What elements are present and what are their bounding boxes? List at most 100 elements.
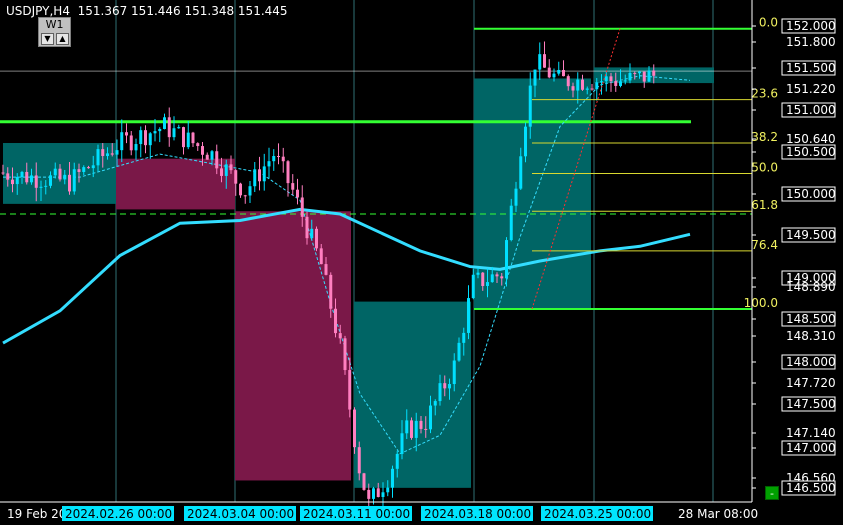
price-chart[interactable]: 0.023.638.250.061.876.4100.0 152.000151.…: [0, 0, 843, 525]
candle-body: [471, 274, 475, 299]
timeframe-up-icon[interactable]: ▲: [56, 33, 69, 45]
trade-box: [354, 301, 471, 488]
fib-level-label: 38.2: [751, 130, 778, 144]
trade-boxes: [3, 67, 714, 488]
fib-level-label: 50.0: [751, 160, 778, 174]
candle-body: [182, 127, 185, 148]
candle-body: [20, 171, 24, 178]
timeframe-down-icon[interactable]: ▼: [41, 33, 54, 45]
candle-body: [310, 228, 314, 239]
price-label: 150.640: [786, 132, 836, 146]
candle-body: [652, 70, 656, 76]
price-label: 151.500: [786, 61, 836, 75]
candle-body: [87, 167, 90, 169]
candle-body: [557, 69, 561, 74]
candle-body: [595, 82, 599, 90]
candle-body: [581, 79, 584, 90]
candle-body: [528, 85, 532, 127]
fib-level-label: 76.4: [751, 238, 778, 252]
candle-body: [53, 168, 57, 176]
candle-body: [91, 165, 95, 169]
candle-body: [647, 70, 651, 82]
candle-body: [186, 132, 190, 148]
candle-body: [543, 54, 546, 68]
candle-body: [1, 172, 5, 174]
fib-level-label: 61.8: [751, 198, 778, 212]
candle-body: [628, 72, 632, 81]
candle-body: [115, 150, 119, 155]
candle-body: [452, 360, 456, 385]
candle-body: [220, 168, 223, 176]
time-label: 2024.03.04 00:00: [187, 507, 294, 521]
candle-body: [144, 130, 147, 146]
candle-body: [633, 72, 637, 74]
candle-body: [277, 156, 280, 158]
chart-shift-button[interactable]: -: [765, 486, 779, 500]
candle-body: [205, 154, 209, 160]
candle-body: [443, 383, 447, 389]
candle-body: [353, 409, 356, 448]
candle-body: [172, 128, 176, 138]
candle-body: [49, 175, 52, 186]
candle-body: [448, 384, 451, 389]
candle-body: [609, 76, 613, 82]
candle-body: [58, 168, 62, 180]
candle-body: [101, 149, 105, 157]
candle-body: [338, 333, 342, 339]
price-label: 151.220: [786, 82, 836, 96]
candle-body: [367, 489, 371, 499]
candle-body: [642, 71, 646, 82]
candle-body: [296, 189, 299, 198]
candle-body: [600, 81, 603, 83]
time-label: 2024.02.26 00:00: [65, 507, 172, 521]
candle-body: [30, 175, 33, 183]
price-label: 147.500: [786, 397, 836, 411]
symbol-label: USDJPY,H4: [6, 4, 70, 18]
candle-body: [509, 205, 513, 241]
candle-body: [196, 143, 200, 147]
candle-body: [191, 132, 195, 144]
candle-body: [638, 71, 641, 74]
price-label: 148.890: [786, 280, 836, 294]
candle-body: [566, 76, 570, 87]
price-label: 151.000: [786, 103, 836, 117]
time-scale[interactable]: 19 Feb 20242024.02.26 00:00 2024.03.04 00…: [7, 506, 758, 521]
price-label: 147.720: [786, 376, 836, 390]
candle-body: [215, 151, 219, 169]
candle-body: [6, 173, 10, 180]
candle-body: [343, 338, 347, 371]
candle-body: [495, 274, 499, 277]
candle-body: [438, 383, 442, 402]
candle-body: [410, 420, 413, 438]
candle-body: [604, 76, 608, 82]
candle-body: [224, 164, 228, 176]
timeframe-label: W1: [45, 18, 64, 31]
candle-body: [481, 272, 485, 286]
candle-body: [34, 175, 38, 188]
candle-body: [300, 197, 304, 217]
candle-body: [291, 183, 295, 190]
price-label: 147.000: [786, 441, 836, 455]
candle-body: [571, 86, 575, 91]
fib-level-label: 100.0: [744, 296, 778, 310]
candle-body: [457, 342, 461, 361]
candle-body: [248, 186, 252, 196]
fib-level-label: 0.0: [759, 16, 778, 30]
candle-body: [148, 133, 152, 146]
candle-body: [538, 54, 542, 70]
price-label: 148.310: [786, 329, 836, 343]
candle-body: [372, 488, 375, 499]
candle-body: [386, 487, 390, 493]
candle-body: [467, 298, 470, 333]
time-label: 2024.03.11 00:00: [303, 507, 410, 521]
candle-body: [400, 433, 404, 454]
candle-body: [153, 131, 157, 134]
candle-body: [329, 274, 333, 309]
timeframe-box[interactable]: W1 ▼ ▲: [38, 17, 71, 47]
candle-body: [623, 80, 627, 82]
candle-body: [177, 127, 181, 129]
candle-body: [39, 186, 43, 188]
candle-body: [590, 88, 594, 90]
time-label: 2024.03.25 00:00: [544, 507, 651, 521]
candle-body: [424, 428, 428, 430]
